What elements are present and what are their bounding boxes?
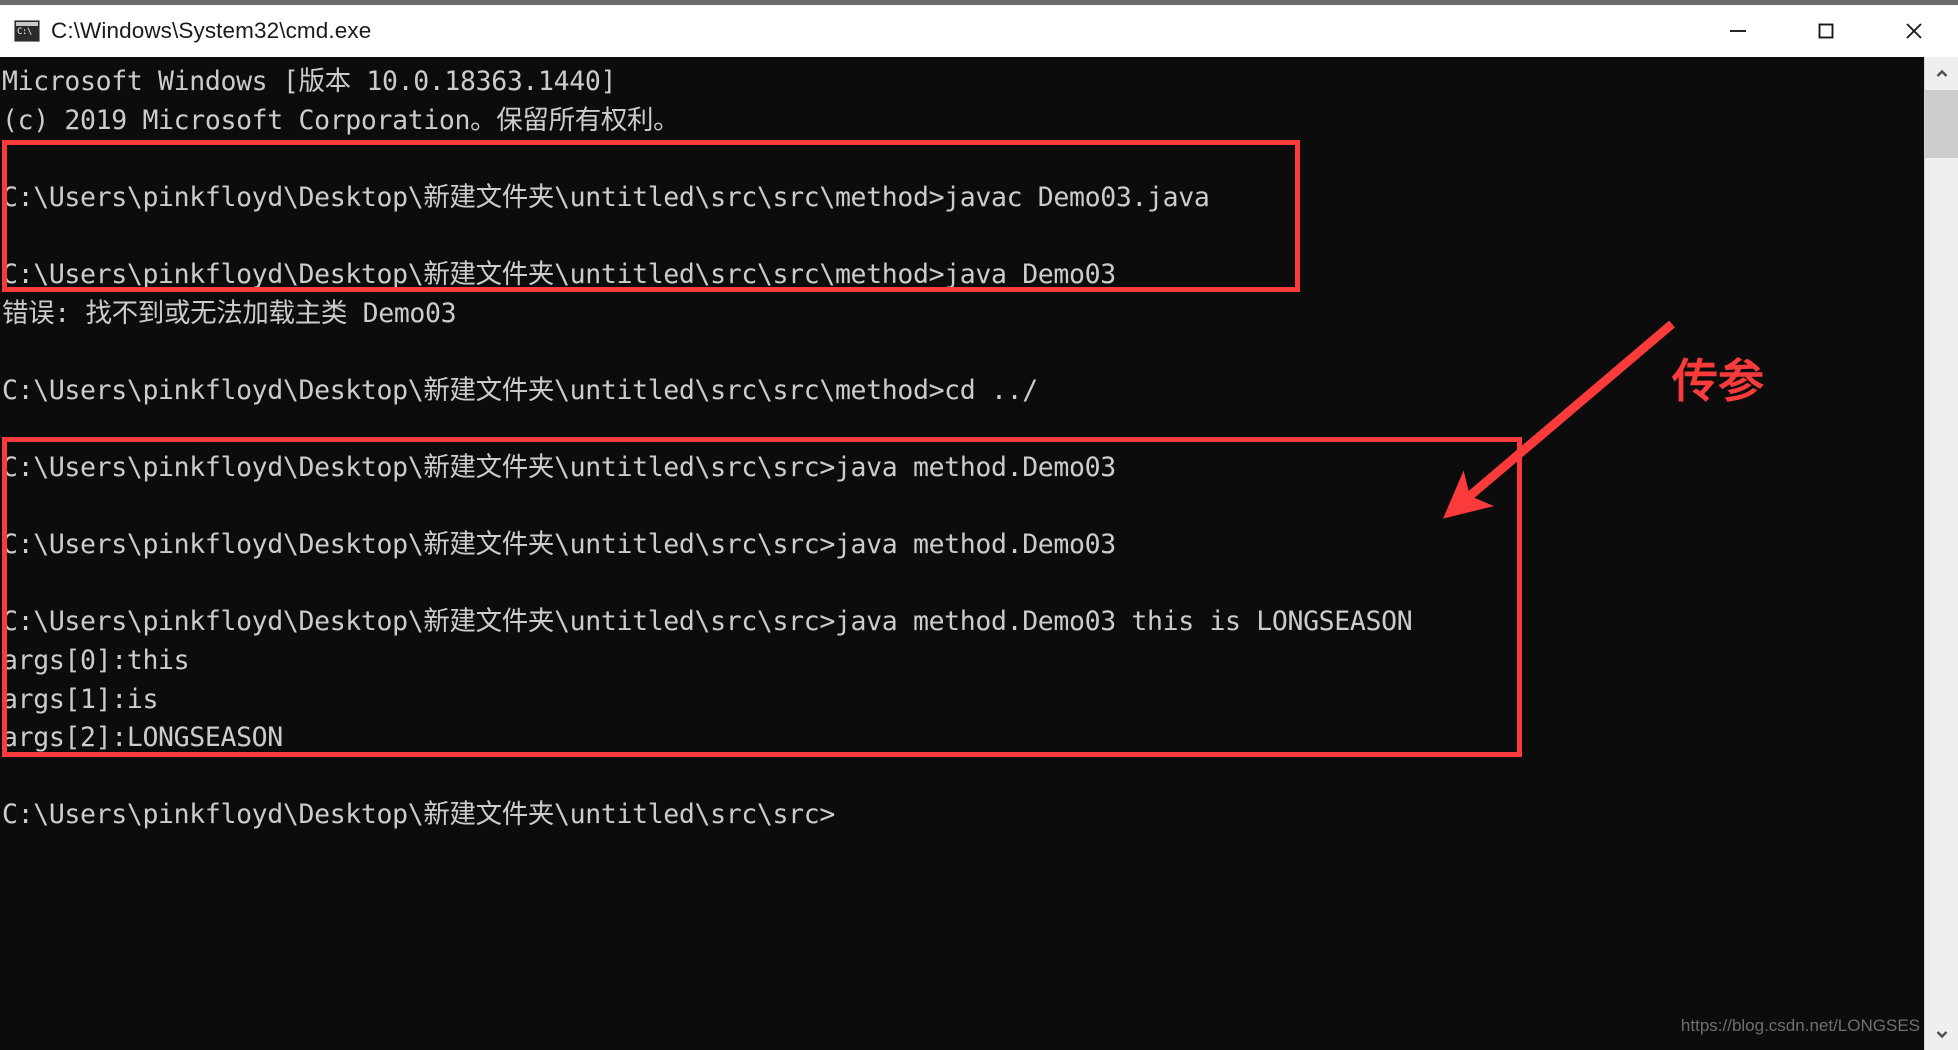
console-line: C:\Users\pinkfloyd\Desktop\新建文件夹\untitle… — [2, 606, 1413, 638]
scrollbar-thumb[interactable] — [1925, 90, 1958, 158]
console-line: C:\Users\pinkfloyd\Desktop\新建文件夹\untitle… — [2, 799, 835, 831]
console-line: Microsoft Windows [版本 10.0.18363.1440] — [2, 66, 617, 97]
console-line: args[1]:is — [2, 683, 159, 715]
console-line: C:\Users\pinkfloyd\Desktop\新建文件夹\untitle… — [2, 181, 1210, 213]
watermark-text: https://blog.csdn.net/LONGSES — [1680, 1016, 1920, 1035]
console-lines: Microsoft Windows [版本 10.0.18363.1440] (c… — [0, 57, 1413, 835]
window-titlebar[interactable]: C:\ C:\Windows\System32\cmd.exe — [0, 0, 1958, 57]
close-icon[interactable] — [1870, 5, 1958, 57]
console-output-area[interactable]: Microsoft Windows [版本 10.0.18363.1440] (c… — [0, 57, 1924, 1050]
scroll-up-icon[interactable] — [1925, 57, 1958, 90]
scroll-down-icon[interactable] — [1925, 1017, 1958, 1050]
console-line: (c) 2019 Microsoft Corporation。保留所有权利。 — [2, 104, 680, 136]
cmd-icon: C:\ — [14, 20, 40, 42]
vertical-scrollbar[interactable] — [1924, 57, 1958, 1050]
console-line: args[2]:LONGSEASON — [2, 722, 283, 754]
console-line: C:\Users\pinkfloyd\Desktop\新建文件夹\untitle… — [2, 529, 1116, 561]
cmd-window: C:\ C:\Windows\System32\cmd.exe Microsof… — [0, 0, 1958, 1050]
titlebar-left: C:\ C:\Windows\System32\cmd.exe — [0, 18, 1694, 44]
annotation-label: 传参 — [1672, 354, 1764, 408]
cmd-icon-label: C:\ — [17, 27, 32, 37]
console-line: C:\Users\pinkfloyd\Desktop\新建文件夹\untitle… — [2, 374, 1038, 406]
maximize-icon[interactable] — [1782, 5, 1870, 57]
console-line: C:\Users\pinkfloyd\Desktop\新建文件夹\untitle… — [2, 258, 1116, 290]
console-line: 错误: 找不到或无法加载主类 Demo03 — [2, 297, 457, 329]
minimize-icon[interactable] — [1694, 5, 1782, 57]
console-line: C:\Users\pinkfloyd\Desktop\新建文件夹\untitle… — [2, 451, 1116, 483]
window-title: C:\Windows\System32\cmd.exe — [51, 18, 372, 43]
window-controls — [1694, 5, 1958, 57]
console-line: args[0]:this — [2, 644, 190, 676]
